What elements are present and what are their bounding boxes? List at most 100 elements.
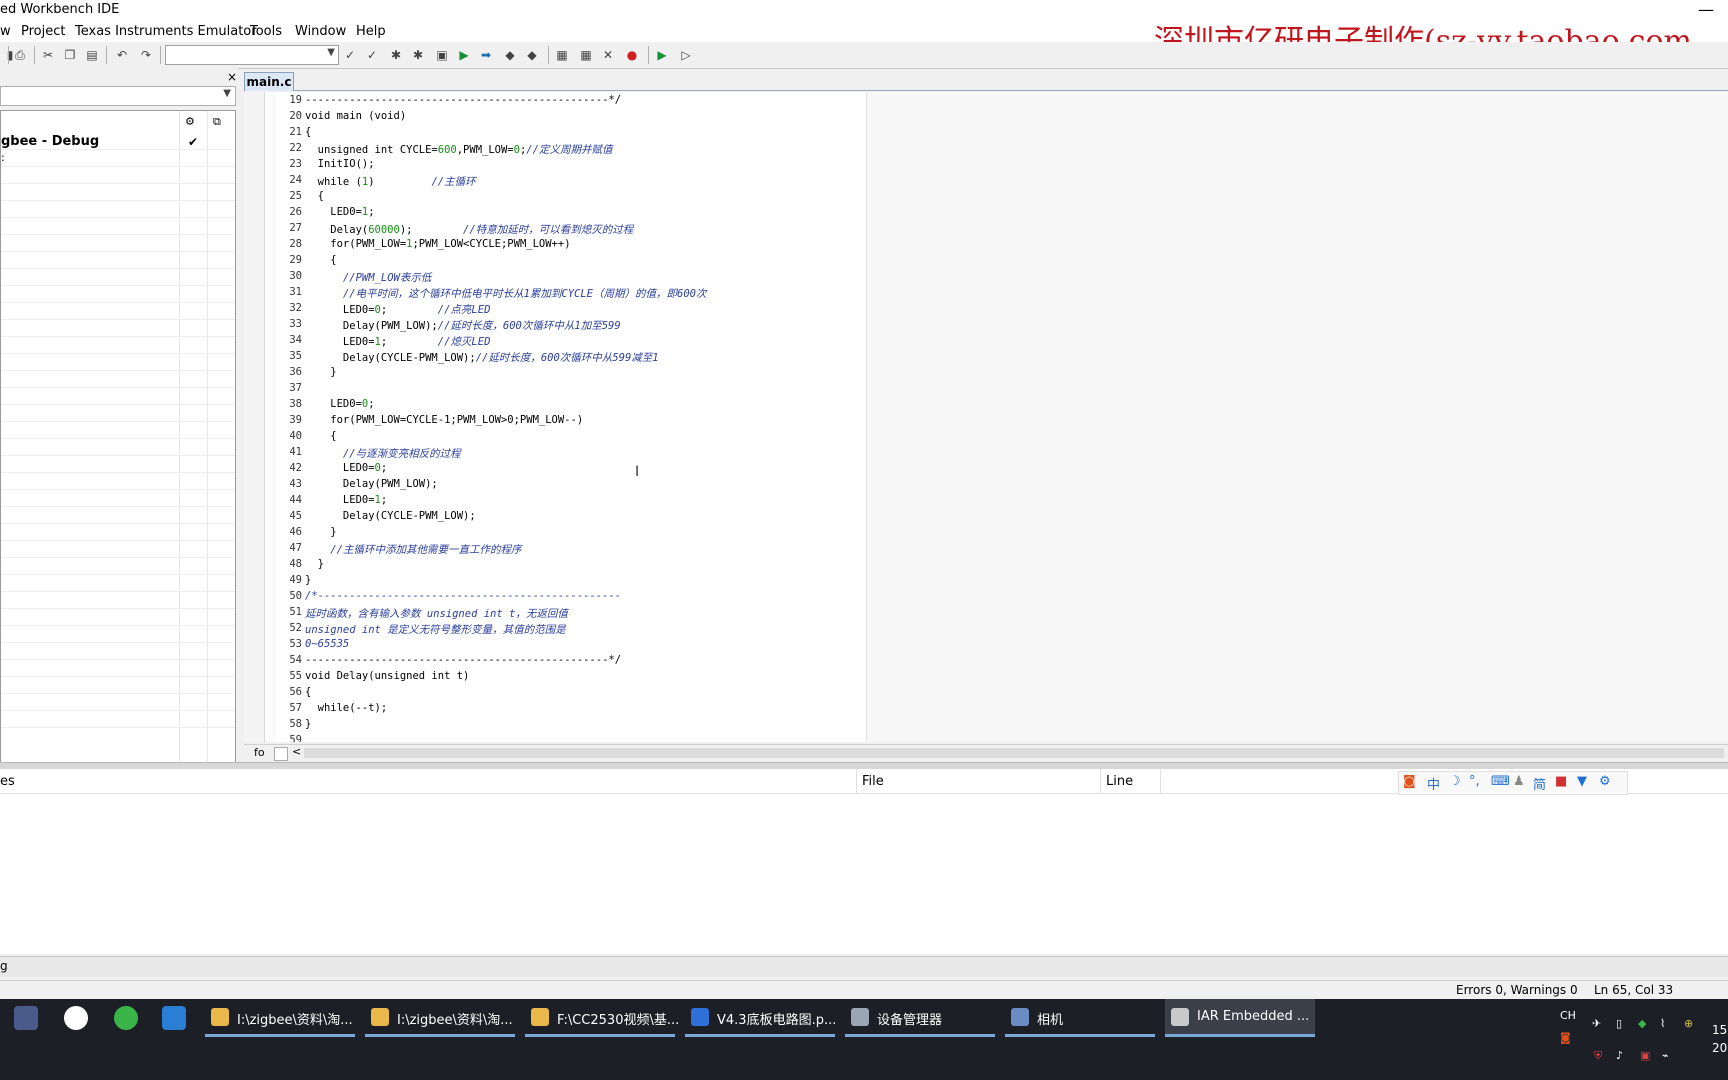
function-nav-label[interactable]: fo (254, 746, 265, 759)
code-line[interactable]: Delay(PWM_LOW); (305, 478, 438, 490)
find-prev-icon[interactable]: ✓ (364, 47, 380, 63)
taskbar-item[interactable]: IAR Embedded ... (1165, 999, 1315, 1037)
code-line[interactable]: LED0=0; (305, 462, 387, 474)
code-line[interactable]: { (305, 254, 336, 266)
next-bookmark-icon[interactable]: ➡ (478, 47, 494, 63)
menu-project[interactable]: Project (21, 24, 65, 39)
code-line[interactable]: void Delay(unsigned int t) (305, 670, 469, 682)
code-line[interactable]: } (305, 574, 311, 586)
taskbar-item[interactable]: F:\CC2530视频\基... (525, 999, 679, 1037)
code-line[interactable]: for(PWM_LOW=1;PWM_LOW<CYCLE;PWM_LOW++) (305, 238, 570, 250)
project-node[interactable]: gbee - Debug (1, 134, 99, 149)
taskbar-item[interactable]: I:\zigbee\资料\淘... (205, 999, 355, 1037)
airplane-icon[interactable]: ✈ (1592, 1017, 1601, 1030)
taskbar-item[interactable]: I:\zigbee\资料\淘... (365, 999, 515, 1037)
make-icon[interactable]: ▦ (578, 47, 594, 63)
record-icon[interactable]: ■ (1555, 774, 1567, 789)
menu-window[interactable]: Window (295, 24, 346, 39)
menu-help[interactable]: Help (356, 24, 386, 39)
user-icon[interactable]: ♟ (1513, 774, 1525, 789)
goto-icon[interactable]: ▣ (434, 47, 450, 63)
code-line[interactable]: InitIO(); (305, 158, 375, 170)
usb-icon[interactable]: ▯ (1616, 1017, 1622, 1030)
code-line[interactable]: //与逐渐变亮相反的过程 (305, 446, 461, 461)
tab-main-c[interactable]: main.c (244, 72, 294, 91)
options-icon[interactable]: ⚙ (185, 115, 195, 128)
print-icon[interactable]: ⎙ (12, 47, 28, 63)
code-line[interactable]: LED0=0; (305, 398, 374, 410)
copy-icon[interactable]: ❐ (62, 47, 78, 63)
code-line[interactable]: unsigned int CYCLE=600,PWM_LOW=0;//定义周期并… (305, 142, 613, 157)
menu-ti-emulator[interactable]: Texas Instruments Emulator (75, 24, 257, 39)
volume-icon[interactable]: ♪ (1616, 1049, 1623, 1062)
code-line[interactable]: Delay(60000); //特意加延时，可以看到熄灭的过程 (305, 222, 633, 237)
code-line[interactable]: Delay(PWM_LOW);//延时长度，600次循环中从1加至599 (305, 318, 621, 333)
scroll-left-icon[interactable]: < (292, 745, 301, 758)
code-line[interactable]: while (1) //主循环 (305, 174, 476, 189)
taskbar-item[interactable]: 设备管理器 (845, 999, 995, 1037)
code-line[interactable]: 延时函数，含有输入参数 unsigned int t，无返回值 (305, 606, 568, 621)
cut-icon[interactable]: ✂ (40, 47, 56, 63)
screen-icon[interactable]: ▣ (1640, 1049, 1650, 1062)
code-line[interactable]: { (305, 190, 324, 202)
code-line[interactable]: 0~65535 (305, 638, 349, 650)
menu-tools[interactable]: Tools (250, 24, 282, 39)
ime-chinese[interactable]: 中 (1427, 774, 1440, 793)
code-line[interactable]: Delay(CYCLE-PWM_LOW);//延时长度，600次循环中从599减… (305, 350, 659, 365)
code-line[interactable]: LED0=0; //点亮LED (305, 302, 490, 317)
code-line[interactable]: } (305, 526, 336, 538)
ime-moon-icon[interactable]: ☽ (1449, 774, 1461, 789)
configuration-combo[interactable]: ▼ (0, 86, 236, 106)
keyboard-icon[interactable]: ⌨ (1491, 774, 1510, 789)
find-next-icon[interactable]: ✓ (342, 47, 358, 63)
nav-box[interactable] (274, 747, 288, 761)
find-combo[interactable]: ▼ (165, 45, 339, 65)
code-line[interactable]: } (305, 718, 311, 730)
wifi-icon[interactable]: ⌁ (1662, 1049, 1669, 1062)
refresh-app-icon[interactable] (114, 1006, 138, 1030)
redo-icon[interactable]: ↷ (138, 47, 154, 63)
code-line[interactable]: } (305, 558, 324, 570)
code-line[interactable]: { (305, 686, 311, 698)
network-icon[interactable]: ⌇ (1660, 1017, 1665, 1030)
clock-time[interactable]: 15 (1712, 1023, 1727, 1037)
find-in-files-icon[interactable]: ✱ (388, 47, 404, 63)
taskbar-item[interactable]: V4.3底板电路图.p... (685, 999, 836, 1037)
close-icon[interactable]: × (227, 70, 237, 84)
stop-build-icon[interactable]: ✕ (600, 47, 616, 63)
compile-icon[interactable]: ▦ (554, 47, 570, 63)
code-editor[interactable]: 19 --------------------------------------… (244, 92, 1728, 742)
clock-date[interactable]: 20 (1712, 1041, 1727, 1055)
code-line[interactable]: //电平时间，这个循环中低电平时长从1累加到CYCLE（周期）的值，即600次 (305, 286, 707, 301)
code-line[interactable]: ----------------------------------------… (305, 94, 621, 106)
code-lines[interactable]: 19 --------------------------------------… (244, 92, 864, 742)
skin-icon[interactable]: ▼ (1577, 774, 1587, 789)
ime-logo-icon[interactable]: ◙ (1403, 774, 1416, 789)
code-line[interactable]: unsigned int 是定义无符号整形变量，其值的范围是 (305, 622, 566, 637)
panel-splitter[interactable] (0, 762, 1728, 769)
replace-icon[interactable]: ✱ (410, 47, 426, 63)
ime-simplified[interactable]: 简 (1533, 774, 1546, 793)
code-line[interactable]: //主循环中添加其他需要一直工作的程序 (305, 542, 521, 557)
minimize-button[interactable]: — (1698, 0, 1714, 19)
paste-icon[interactable]: ▤ (84, 47, 100, 63)
menu-view[interactable]: w (0, 24, 11, 39)
code-line[interactable]: LED0=1; (305, 206, 374, 218)
prev-bookmark-icon[interactable]: ◆ (502, 47, 518, 63)
clear-bookmarks-icon[interactable]: ◆ (524, 47, 540, 63)
code-line[interactable]: } (305, 366, 336, 378)
ime-tray-icon[interactable]: ◙ (1560, 1031, 1571, 1044)
settings-gear-icon[interactable]: ⚙ (1599, 774, 1611, 789)
security-icon[interactable]: ◆ (1638, 1017, 1646, 1030)
workspace-tree[interactable]: ⚙ ⧉ gbee - Debug ✔: (0, 110, 236, 802)
code-line[interactable]: LED0=1; (305, 494, 387, 506)
code-line[interactable]: while(--t); (305, 702, 388, 714)
scroll-thumb[interactable] (304, 748, 1724, 758)
download-debug-icon[interactable]: ▶ (654, 47, 670, 63)
code-line[interactable]: /*--------------------------------------… (305, 590, 621, 602)
debug-without-download-icon[interactable]: ▷ (678, 47, 694, 63)
column-messages[interactable]: es (0, 774, 15, 789)
code-line[interactable]: ----------------------------------------… (305, 654, 621, 666)
shield-icon[interactable]: ⛨ (1594, 1049, 1602, 1063)
building-app-icon[interactable] (14, 1006, 38, 1030)
